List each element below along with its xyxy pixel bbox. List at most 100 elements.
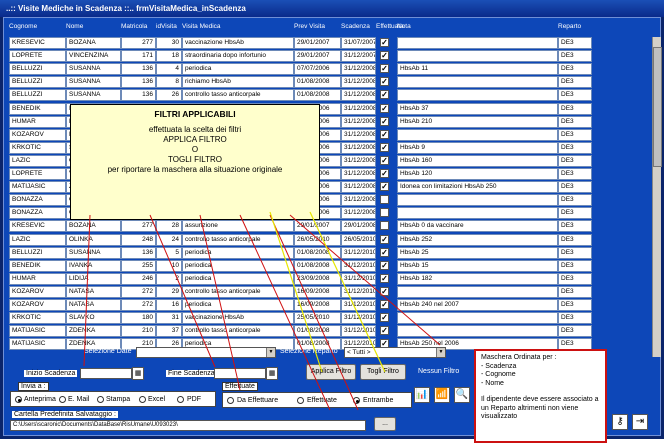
table-cell[interactable]: Idonea con limitazioni HbsAb 250: [397, 181, 558, 194]
table-cell[interactable]: DE3: [558, 168, 592, 180]
table-cell[interactable]: 01/08/2008: [294, 76, 341, 89]
table-cell[interactable]: HbsAb 182: [397, 272, 558, 285]
table-cell[interactable]: NATASA: [66, 299, 121, 311]
calendar-icon[interactable]: ▦: [132, 367, 144, 380]
effettuata-checkbox[interactable]: ✓: [380, 129, 389, 139]
column-header[interactable]: Matricola: [121, 23, 147, 30]
table-cell[interactable]: 29: [156, 285, 182, 298]
table-cell[interactable]: periodica: [182, 272, 294, 285]
table-cell[interactable]: HbsAb 15: [397, 259, 558, 272]
table-cell[interactable]: [397, 285, 558, 298]
table-cell[interactable]: [397, 207, 558, 220]
table-cell[interactable]: periodica: [182, 63, 294, 76]
table-cell[interactable]: DE3: [558, 37, 592, 49]
table-cell[interactable]: 29/01/2007: [294, 220, 341, 233]
table-row[interactable]: LOPRETE VINCENZINA 171 18 straordinaria dopo…: [4, 50, 650, 63]
anteprima-radio[interactable]: [15, 396, 22, 403]
scroll-thumb[interactable]: [653, 47, 662, 167]
effettuata-checkbox[interactable]: ✓: [380, 273, 389, 283]
table-cell[interactable]: 01/08/2008: [294, 325, 341, 338]
column-header[interactable]: Cognome: [9, 23, 37, 30]
table-cell[interactable]: DE3: [558, 259, 592, 272]
entrambe-radio[interactable]: [353, 397, 360, 404]
table-cell[interactable]: 31/12/2008: [341, 141, 376, 154]
table-cell[interactable]: DE3: [558, 115, 592, 128]
table-cell[interactable]: BELLUZZI: [9, 89, 66, 102]
table-cell[interactable]: MATIJASIC: [9, 181, 66, 194]
table-cell[interactable]: periodica: [182, 259, 294, 272]
table-cell[interactable]: MATIJASIC: [9, 325, 66, 338]
table-cell[interactable]: KRKOTIC: [9, 141, 66, 154]
table-cell[interactable]: 18: [156, 50, 182, 63]
table-cell[interactable]: periodica: [182, 299, 294, 311]
table-cell[interactable]: 255: [121, 259, 156, 272]
table-row[interactable]: KRKOTIC SLAVKO 180 31 vaccinazione HbsAb 25/0…: [4, 312, 650, 325]
table-cell[interactable]: 246: [121, 272, 156, 285]
table-cell[interactable]: 26/05/2010: [294, 233, 341, 246]
table-cell[interactable]: 31/07/2007: [341, 37, 376, 49]
vertical-scrollbar[interactable]: [652, 37, 662, 357]
effettuata-checkbox[interactable]: ✓: [380, 234, 389, 244]
effettuata-checkbox[interactable]: ✓: [380, 300, 389, 309]
table-row[interactable]: BELLUZZI SUSANNA 136 26 controllo tasso anti…: [4, 89, 650, 102]
table-cell[interactable]: DE3: [558, 272, 592, 285]
table-cell[interactable]: 26/05/2010: [341, 233, 376, 246]
table-cell[interactable]: straordinaria dopo infortunio: [182, 50, 294, 63]
table-cell[interactable]: DE3: [558, 246, 592, 259]
table-cell[interactable]: SUSANNA: [66, 76, 121, 89]
table-row[interactable]: HUMAR LIDIJA 246 2 periodica 23/09/2008 31/12/…: [4, 272, 650, 286]
effettuata-checkbox[interactable]: ✓: [380, 286, 389, 296]
table-cell[interactable]: 272: [121, 299, 156, 311]
table-cell[interactable]: BENEDIK: [9, 102, 66, 115]
table-cell[interactable]: 136: [121, 76, 156, 89]
table-cell[interactable]: IVANKA: [66, 259, 121, 272]
table-cell[interactable]: 4: [156, 63, 182, 76]
table-cell[interactable]: DE3: [558, 285, 592, 298]
table-cell[interactable]: MATIJASIC: [9, 338, 66, 351]
effettuata-checkbox[interactable]: ✓: [380, 247, 389, 257]
table-cell[interactable]: ZDENKA: [66, 325, 121, 338]
column-header[interactable]: Prev Visita: [294, 23, 325, 30]
table-cell[interactable]: 01/08/2008: [294, 246, 341, 259]
table-cell[interactable]: vaccinazione HbsAb: [182, 37, 294, 49]
table-cell[interactable]: richiamo HbsAb: [182, 76, 294, 89]
table-row[interactable]: BELLUZZI SUSANNA 136 8 richiamo HbsAb 01/08/2…: [4, 76, 650, 89]
fine-scadenza-input[interactable]: [214, 368, 266, 379]
table-cell[interactable]: LOPRETE: [9, 50, 66, 63]
table-cell[interactable]: BELLUZZI: [9, 246, 66, 259]
table-row[interactable]: LAZIC OLINKA 248 24 controllo tasso anticorp…: [4, 233, 650, 247]
table-cell[interactable]: DE3: [558, 207, 592, 220]
table-row[interactable]: MATIJASIC ZDENKA 210 37 controllo tasso anti…: [4, 325, 650, 338]
table-cell[interactable]: 31/12/2008: [341, 181, 376, 194]
table-cell[interactable]: 171: [121, 50, 156, 63]
exit-door-icon[interactable]: ⇥: [632, 414, 648, 430]
effettuata-checkbox[interactable]: [380, 208, 389, 218]
table-cell[interactable]: BELLUZZI: [9, 63, 66, 76]
inizio-scadenza-input[interactable]: [80, 368, 132, 379]
table-cell[interactable]: DE3: [558, 102, 592, 115]
magnifier-icon[interactable]: 🔍: [454, 387, 470, 403]
table-cell[interactable]: 16/09/2008: [294, 285, 341, 298]
effettuata-checkbox[interactable]: ✓: [380, 103, 389, 113]
effettuata-checkbox[interactable]: ✓: [380, 169, 389, 178]
table-cell[interactable]: periodica: [182, 246, 294, 259]
table-cell[interactable]: DE3: [558, 76, 592, 89]
cartella-path-input[interactable]: C:\Users\scaronic\Documents\DataBase\Ris…: [10, 420, 366, 431]
table-cell[interactable]: KOZAROV: [9, 285, 66, 298]
table-cell[interactable]: HbsAb 11: [397, 63, 558, 76]
stampa-radio[interactable]: [97, 396, 104, 403]
table-cell[interactable]: [397, 50, 558, 63]
table-cell[interactable]: HbsAb 120: [397, 168, 558, 180]
table-cell[interactable]: 16/09/2008: [294, 299, 341, 311]
table-cell[interactable]: DE3: [558, 325, 592, 338]
table-cell[interactable]: 10: [156, 259, 182, 272]
table-cell[interactable]: KRESEVIC: [9, 220, 66, 233]
table-cell[interactable]: 37: [156, 325, 182, 338]
table-cell[interactable]: KRKOTIC: [9, 312, 66, 325]
table-cell[interactable]: 01/08/2008: [294, 89, 341, 102]
table-row[interactable]: KRESEVIC BOZANA 277 28 assunzione 29/01/2007 2…: [4, 220, 650, 233]
table-cell[interactable]: 5: [156, 246, 182, 259]
table-cell[interactable]: 31/12/2008: [341, 207, 376, 220]
table-cell[interactable]: [397, 128, 558, 141]
table-cell[interactable]: 24: [156, 233, 182, 246]
